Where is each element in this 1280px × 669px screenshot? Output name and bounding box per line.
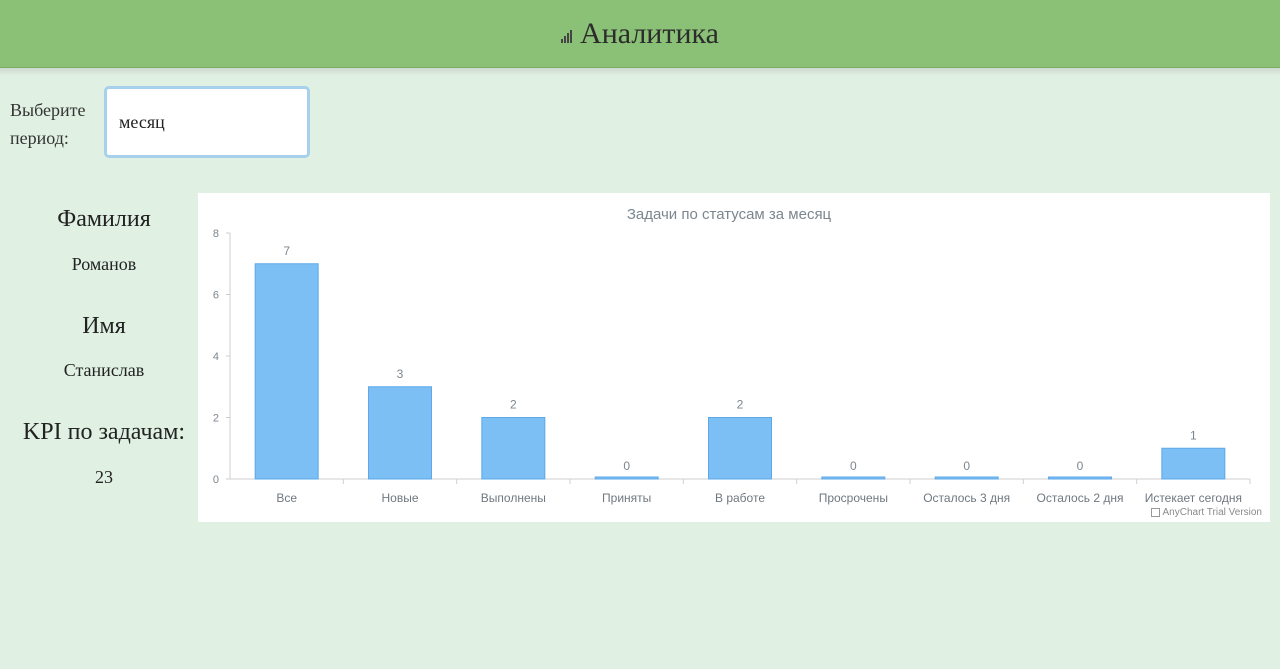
watermark-text: AnyChart Trial Version xyxy=(1162,507,1263,518)
bar-data-label: 0 xyxy=(963,459,970,473)
kpi-value: 23 xyxy=(95,467,113,487)
x-category-label: Выполнены xyxy=(481,491,546,505)
bar-data-label: 0 xyxy=(1077,459,1084,473)
header-shadow xyxy=(0,68,1280,76)
x-category-label: Истекает сегодня xyxy=(1145,491,1242,505)
x-category-label: Осталось 3 дня xyxy=(923,491,1010,505)
x-category-label: Новые xyxy=(381,491,418,505)
status-bar-chart: Задачи по статусам за месяц 0 2 4 6 8 7 Все 3 Нов… xyxy=(213,206,1251,505)
period-select-value: месяц xyxy=(119,111,165,132)
surname-value: Романов xyxy=(71,254,137,274)
y-tick-label: 0 xyxy=(213,474,219,486)
bar-chart-icon xyxy=(561,29,573,43)
chart-bar xyxy=(934,476,999,480)
y-tick-label: 4 xyxy=(213,351,219,363)
period-label: Выберите период: xyxy=(10,100,86,148)
name-heading: Имя xyxy=(82,313,126,339)
chart-bar xyxy=(821,476,886,480)
page-title: Аналитика xyxy=(580,16,719,50)
bar-data-label: 0 xyxy=(850,459,857,473)
x-category-label: Просрочены xyxy=(819,491,888,505)
chart-bar xyxy=(594,476,659,480)
surname-heading: Фамилия xyxy=(57,206,151,232)
chart-watermark: AnyChart Trial Version xyxy=(1150,507,1263,518)
header-title-group: Аналитика xyxy=(561,17,719,51)
chart-bar xyxy=(481,417,546,480)
x-category-label: В работе xyxy=(715,491,765,505)
period-select[interactable]: месяц xyxy=(104,86,310,158)
chart-panel: Задачи по статусам за месяц 0 2 4 6 8 7 Все 3 Нов… xyxy=(198,193,1270,522)
chart-bar xyxy=(1048,476,1112,480)
bar-data-label: 3 xyxy=(397,367,404,381)
chart-title: Задачи по статусам за месяц xyxy=(627,206,832,223)
kpi-heading: KPI по задачам: xyxy=(22,419,186,445)
y-tick-label: 2 xyxy=(213,413,219,425)
bar-data-label: 1 xyxy=(1190,428,1197,442)
x-category-label: Все xyxy=(276,491,297,505)
x-category-label: Осталось 2 дня xyxy=(1037,491,1124,505)
chart-bar xyxy=(1161,447,1226,480)
chart-bar xyxy=(254,263,319,480)
bar-data-label: 0 xyxy=(623,459,630,473)
chart-bar xyxy=(368,386,432,480)
bar-data-label: 2 xyxy=(510,398,517,412)
anychart-logo-icon xyxy=(1150,508,1160,517)
y-tick-label: 6 xyxy=(213,290,219,302)
y-tick-label: 8 xyxy=(213,228,219,240)
app-header: Аналитика xyxy=(0,0,1280,68)
chart-bar xyxy=(708,417,772,480)
name-value: Станислав xyxy=(63,360,145,380)
bar-data-label: 7 xyxy=(283,244,290,258)
bar-data-label: 2 xyxy=(737,398,744,412)
x-category-label: Приняты xyxy=(602,491,651,505)
